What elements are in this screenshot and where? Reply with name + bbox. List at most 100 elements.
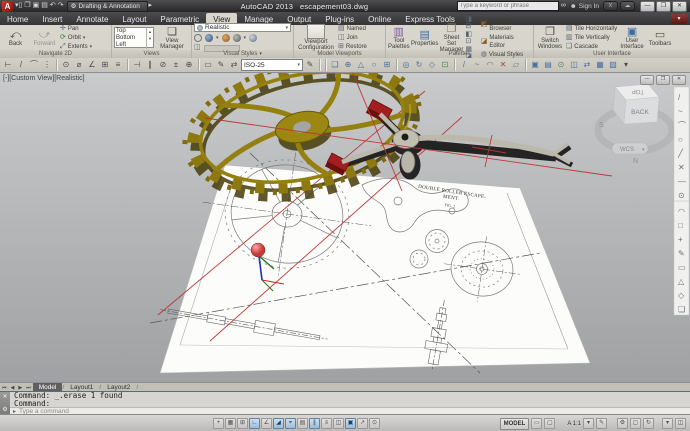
rt-circle-icon[interactable]: ○ [678,135,683,144]
autoscale-icon[interactable]: ✎ [596,418,607,429]
dim-update-icon[interactable]: ⇄ [228,59,240,71]
drawing-canvas[interactable]: DOUBLE ROLLER ESCAPE- MENT. FIG. 2 [0,73,690,382]
modify-rotate-icon[interactable]: ↻ [413,59,425,71]
grid-toggle[interactable]: ⊞ [237,418,248,429]
dim-quick-icon[interactable]: ⊞ [99,59,111,71]
doc-restore-button[interactable]: ❐ [656,75,670,85]
rt-point-icon[interactable]: + [678,235,683,244]
modify-fillet-icon[interactable]: ◫ [568,59,580,71]
performance-icon[interactable]: ↻ [643,418,654,429]
dim-style-dropdown[interactable]: ISO-25 ▾ [241,59,303,71]
rt-erase-icon[interactable]: ✕ [678,163,685,172]
viewport-configuration-button[interactable]: Viewport Configuration [296,24,336,51]
qat-new-icon[interactable]: ▯ [19,0,23,12]
draw-arc-icon[interactable]: ◠ [484,59,496,71]
tab-next-icon[interactable]: ▶ [16,385,24,391]
annotation-visibility-icon[interactable]: ▾ [583,418,594,429]
otrack-toggle[interactable]: ⌖ [285,418,296,429]
search-input[interactable] [457,1,559,11]
draw-rect-icon[interactable]: ▱ [510,59,522,71]
dim-angular-icon[interactable]: ∠ [86,59,98,71]
lwt-toggle[interactable]: ≡ [321,418,332,429]
wireframe-style-icon[interactable] [194,34,202,42]
autocad-logo-icon[interactable]: A [2,1,13,12]
annotation-monitor-toggle[interactable]: ⊙ [369,418,380,429]
dim-tolerance-icon[interactable]: ± [170,59,182,71]
osnap-toggle[interactable]: ◢ [273,418,284,429]
rt-block-icon[interactable]: ❏ [678,305,685,314]
visual-style-dropdown[interactable]: Realistic ▾ [194,23,291,32]
dim-linear-icon[interactable]: ⊢ [2,59,14,71]
tile-horizontally-button[interactable]: ▤Tile Horizontally [566,25,617,33]
dim-inspect-icon[interactable]: ▭ [202,59,214,71]
modify-stretch-icon[interactable]: ⊡ [439,59,451,71]
views-list[interactable]: Top Bottom Left ▲▼ [114,27,154,48]
sketchy-style-icon[interactable] [222,34,230,42]
modify-erase-icon[interactable]: ❏ [329,59,341,71]
back-button[interactable]: ⤺ Back [2,29,29,47]
modify-trim-icon[interactable]: ✕ [497,59,509,71]
stay-connected-icon[interactable]: ☁ [620,1,635,11]
doc-minimize-button[interactable]: — [640,75,654,85]
dim-space-icon[interactable]: ∥ [144,59,156,71]
command-wrench-icon[interactable]: ⚙ [2,406,7,413]
hatch-icon[interactable]: ▨ [607,59,619,71]
opacity-icon[interactable]: ◫ [194,44,201,52]
close-button[interactable]: ✕ [672,1,687,12]
dim-ordinate-icon[interactable]: ⋮ [41,59,53,71]
qat-undo-icon[interactable]: ↶ [50,0,56,12]
app-status-menu-icon[interactable]: ▾ [662,418,673,429]
block-icon[interactable]: ▦ [594,59,606,71]
materials-editor-button[interactable]: ◪Materials Editor [481,34,531,50]
draw-pline-icon[interactable]: ~ [471,59,483,71]
ucs-origin-sphere[interactable] [251,243,265,257]
shaded-style-icon[interactable] [205,34,213,42]
dyn-toggle[interactable]: ∥ [309,418,320,429]
snap-toggle[interactable]: ▦ [225,418,236,429]
tab-first-icon[interactable]: ⏮ [0,385,9,391]
modify-copy-icon[interactable]: ⊕ [342,59,354,71]
materials-browser-button[interactable]: ◩Materials Browser [481,17,531,33]
workspace-switcher[interactable]: ⚙ Drafting & Annotation ▾ [67,1,149,12]
infer-constraints-toggle[interactable]: + [213,418,224,429]
qat-redo-icon[interactable]: ↷ [58,0,64,12]
palette-grid-icon-2[interactable]: ◧ ⊡ [465,31,478,45]
tab-layout[interactable]: Layout [115,13,153,25]
properties-button[interactable]: ▤ Properties [412,29,438,47]
sign-in[interactable]: ☻ Sign In [570,3,599,10]
qat-open-icon[interactable]: ❐ [24,0,30,12]
dim-style-edit-icon[interactable]: ✎ [304,59,316,71]
qat-plot-icon[interactable]: ▤ [41,0,48,12]
view-manager-button[interactable]: ❏ View Manager [156,26,188,50]
toolbar-lock-icon[interactable]: ▢ [630,418,641,429]
ortho-toggle[interactable]: ∟ [249,418,260,429]
named-viewports-button[interactable]: ▤Named [338,25,367,33]
palette-grid-icon-1[interactable]: ◨ ⊟ [465,16,478,30]
pan-button[interactable]: ✛Pan [60,25,92,33]
toolbar-overflow-icon[interactable]: ▾ [620,59,632,71]
switch-windows-button[interactable]: ❐ Switch Windows [536,26,564,50]
dim-continue-icon[interactable]: ⊣ [131,59,143,71]
minimize-button[interactable]: — [640,1,655,12]
conceptual-style-icon[interactable] [249,34,257,42]
quick-properties-toggle[interactable]: ▣ [345,418,356,429]
modify-mirror-icon[interactable]: △ [355,59,367,71]
modify-move-icon[interactable]: ◎ [400,59,412,71]
join-viewports-button[interactable]: ◫Join [338,34,367,42]
tool-palettes-button[interactable]: ▥ Tool Palettes [388,26,410,50]
tab-prev-icon[interactable]: ◀ [9,385,17,391]
restore-button[interactable]: ❐ [656,1,671,12]
dim-aligned-icon[interactable]: / [15,59,27,71]
draw-line-icon[interactable]: / [458,59,470,71]
tab-last-icon[interactable]: ⏭ [24,385,33,391]
rt-hatch-icon[interactable]: ◇ [678,291,685,300]
quick-view-layouts-icon[interactable]: ▭ [531,418,542,429]
annotation-scale[interactable]: A 1:1 [567,421,581,427]
modify-offset-icon[interactable]: ○ [368,59,380,71]
panel-label-model-viewports[interactable]: Model Viewports [294,50,385,58]
tab-home[interactable]: Home [0,13,35,25]
workspace-switch-icon[interactable]: ⚙ [617,418,628,429]
dim-radius-icon[interactable]: ⊙ [60,59,72,71]
viewport-label[interactable]: [-][Custom View][Realistic] [3,75,85,82]
layer-props-icon[interactable]: ▤ [542,59,554,71]
